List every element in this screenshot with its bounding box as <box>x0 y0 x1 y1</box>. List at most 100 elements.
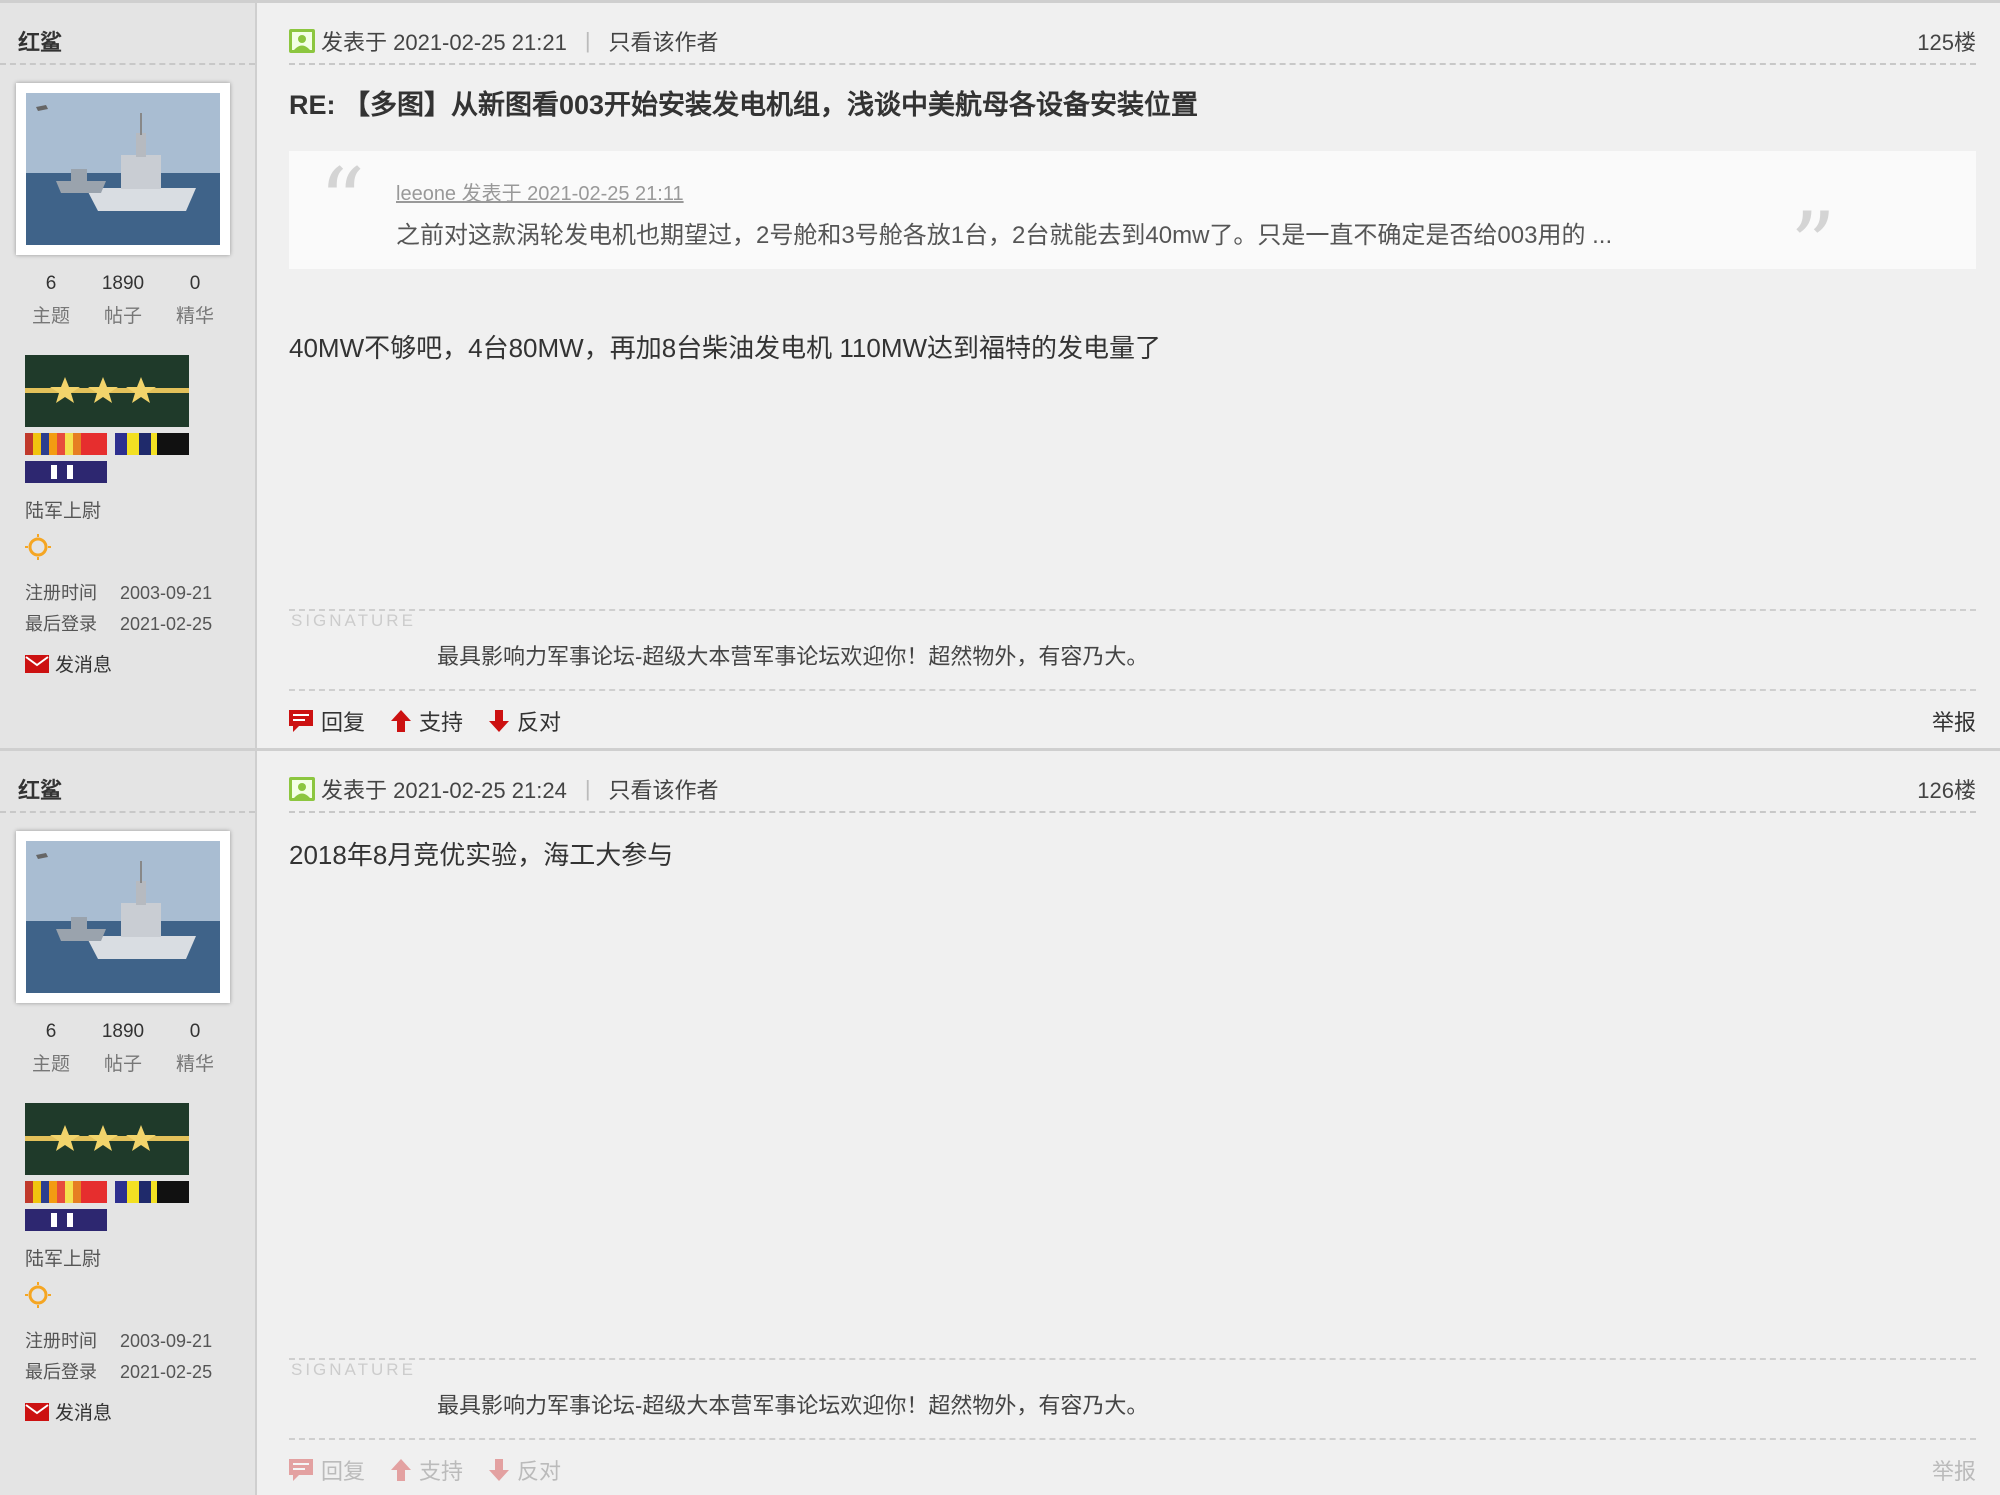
registration-info: 注册时间 2003-09-21 最后登录 2021-02-25 <box>25 578 212 640</box>
stat-digest[interactable]: 0 精华 <box>160 1021 230 1076</box>
post-body: 40MW不够吧，4台80MW，再加8台柴油发电机 110MW达到福特的发电量了 <box>289 333 1162 363</box>
support-label: 支持 <box>419 1459 464 1484</box>
divider <box>0 811 255 813</box>
author-name[interactable]: 红鲨 <box>18 773 62 805</box>
login-label: 最后登录 <box>25 1362 97 1382</box>
stat-digest[interactable]: 0 精华 <box>160 273 230 328</box>
report-link[interactable]: 举报 <box>1932 1454 1976 1486</box>
arrow-up-icon <box>391 710 412 732</box>
quote-block: “ leeone 发表于 2021-02-25 21:11 之前对这款涡轮发电机… <box>289 149 1976 291</box>
oppose-label: 反对 <box>517 1459 562 1484</box>
author-sidebar: 红鲨 6 主题 1890 帖子 0 精华 陆军上尉 注册时间 2003-09-2… <box>0 751 257 1495</box>
oppose-label: 反对 <box>517 710 562 735</box>
level-icons <box>25 1281 89 1314</box>
divider <box>289 63 1976 65</box>
stat-topics[interactable]: 6 主题 <box>16 273 86 328</box>
signature-divider <box>289 1358 1976 1360</box>
floor-number[interactable]: 125楼 <box>1917 25 1976 57</box>
reg-date: 2003-09-21 <box>120 583 213 603</box>
signature-divider <box>289 609 1976 611</box>
rank-title: 陆军上尉 <box>25 1249 102 1270</box>
stat-label: 帖子 <box>103 306 142 327</box>
oppose-button[interactable]: 反对 <box>489 705 561 737</box>
avatar[interactable] <box>16 83 230 255</box>
send-message-link[interactable]: 发消息 <box>25 650 112 677</box>
post-icon <box>289 29 315 53</box>
stat-label: 主题 <box>31 1054 70 1075</box>
stat-label: 精华 <box>175 1054 214 1075</box>
reg-label: 注册时间 <box>25 1331 97 1351</box>
stat-value: 6 <box>45 1021 57 1042</box>
warship-avatar-image <box>26 93 220 245</box>
floor-number[interactable]: 126楼 <box>1917 773 1976 805</box>
arrow-down-icon <box>489 1459 510 1481</box>
post-126: 红鲨 6 主题 1890 帖子 0 精华 陆军上尉 注册时间 2003-09-2… <box>0 748 2000 1495</box>
support-button[interactable]: 支持 <box>391 1454 463 1486</box>
rank-insignia-icon <box>25 355 189 490</box>
send-message-label: 发消息 <box>55 655 113 676</box>
report-link[interactable]: 举报 <box>1932 705 1976 737</box>
oppose-button[interactable]: 反对 <box>489 1454 561 1486</box>
login-date: 2021-02-25 <box>120 614 213 634</box>
stat-posts[interactable]: 1890 帖子 <box>88 1021 158 1076</box>
signature-text: 最具影响力军事论坛-超级大本营军事论坛欢迎你！超然物外，有容乃大。 <box>437 1393 1149 1418</box>
reply-button[interactable]: 回复 <box>289 705 365 737</box>
stat-value: 0 <box>189 273 201 294</box>
post-header: 发表于 2021-02-25 21:21 | 只看该作者 125楼 <box>289 21 1976 61</box>
author-sidebar: 红鲨 6 主题 1890 帖子 0 精华 陆军上尉 注册时间 2003-09-2… <box>0 3 257 751</box>
divider <box>289 689 1976 691</box>
signature-label: SIGNATURE <box>291 1360 416 1379</box>
support-label: 支持 <box>419 710 464 735</box>
avatar[interactable] <box>16 831 230 1003</box>
post-body: 2018年8月竞优实验，海工大参与 <box>289 840 674 870</box>
quote-text: 之前对这款涡轮发电机也期望过，2号舱和3号舱各放1台，2台就能去到40mw了。只… <box>396 222 1613 249</box>
close-quote-icon: ” <box>1789 193 1836 298</box>
post-icon <box>289 777 315 801</box>
post-time: 发表于 2021-02-25 21:21 <box>321 30 567 55</box>
only-author-link[interactable]: 只看该作者 <box>609 25 719 57</box>
divider <box>0 63 255 65</box>
divider: | <box>584 28 591 53</box>
stat-value: 1890 <box>101 273 145 294</box>
arrow-up-icon <box>391 1459 412 1481</box>
reply-label: 回复 <box>321 1459 366 1484</box>
signature-label: SIGNATURE <box>291 611 416 630</box>
registration-info: 注册时间 2003-09-21 最后登录 2021-02-25 <box>25 1326 212 1388</box>
post-header: 发表于 2021-02-25 21:24 | 只看该作者 126楼 <box>289 769 1976 809</box>
send-message-label: 发消息 <box>55 1403 113 1424</box>
login-label: 最后登录 <box>25 614 97 634</box>
envelope-icon <box>25 1402 49 1421</box>
divider: | <box>584 776 591 801</box>
divider <box>289 811 1976 813</box>
stat-value: 6 <box>45 273 57 294</box>
reply-icon <box>289 1459 313 1481</box>
support-button[interactable]: 支持 <box>391 705 463 737</box>
stat-topics[interactable]: 6 主题 <box>16 1021 86 1076</box>
login-date: 2021-02-25 <box>120 1362 213 1382</box>
post-content: 发表于 2021-02-25 21:21 | 只看该作者 125楼 RE: 【多… <box>289 3 1976 751</box>
reply-button[interactable]: 回复 <box>289 1454 365 1486</box>
post-content: 发表于 2021-02-25 21:24 | 只看该作者 126楼 2018年8… <box>289 751 1976 1495</box>
warship-avatar-image <box>26 841 220 993</box>
stat-posts[interactable]: 1890 帖子 <box>88 273 158 328</box>
author-name[interactable]: 红鲨 <box>18 25 62 57</box>
stat-value: 0 <box>189 1021 201 1042</box>
stat-label: 帖子 <box>103 1054 142 1075</box>
stat-value: 1890 <box>101 1021 145 1042</box>
only-author-link[interactable]: 只看该作者 <box>609 773 719 805</box>
post-actions: 回复 支持 反对 举报 <box>289 1454 1976 1486</box>
reply-label: 回复 <box>321 710 366 735</box>
rank-insignia-icon <box>25 1103 189 1238</box>
rank-title: 陆军上尉 <box>25 501 102 522</box>
post-actions: 回复 支持 反对 举报 <box>289 705 1976 737</box>
reg-label: 注册时间 <box>25 583 97 603</box>
send-message-link[interactable]: 发消息 <box>25 1398 112 1425</box>
open-quote-icon: “ <box>319 149 366 254</box>
stat-label: 主题 <box>31 306 70 327</box>
post-125: 红鲨 6 主题 1890 帖子 0 精华 陆军上尉 注册时间 2003-09-2… <box>0 0 2000 751</box>
divider <box>289 1438 1976 1440</box>
signature-text: 最具影响力军事论坛-超级大本营军事论坛欢迎你！超然物外，有容乃大。 <box>437 644 1149 669</box>
post-title: RE: 【多图】从新图看003开始安装发电机组，浅谈中美航母各设备安装位置 <box>289 90 1199 120</box>
level-icons <box>25 533 89 566</box>
quote-source-link[interactable]: leeone 发表于 2021-02-25 21:11 <box>396 177 684 206</box>
